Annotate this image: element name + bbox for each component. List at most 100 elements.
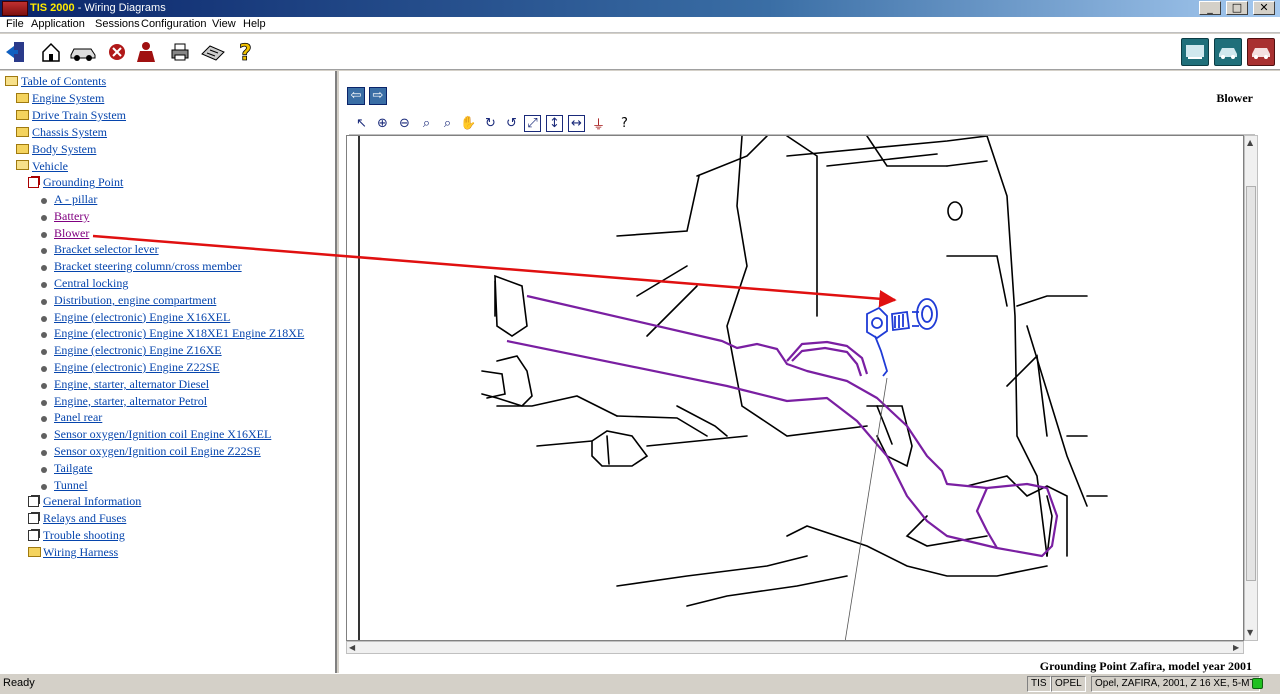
ground-symbol-icon[interactable]: ⏚ xyxy=(589,114,608,133)
back-button[interactable]: ⇦ xyxy=(347,87,365,105)
status-bar: Ready TIS OPEL Opel, ZAFIRA, 2001, Z 16 … xyxy=(0,673,1280,694)
bullet-icon xyxy=(41,483,47,490)
menu-configuration[interactable]: Configuration xyxy=(141,18,206,30)
tree-leaf-item[interactable]: Blower xyxy=(54,226,89,241)
print-icon[interactable] xyxy=(167,39,193,65)
tree-leaf-item[interactable]: Engine, starter, alternator Petrol xyxy=(54,394,207,409)
stop-icon[interactable] xyxy=(104,39,130,65)
vehicle-icon[interactable] xyxy=(68,39,98,65)
book-icon xyxy=(28,530,39,541)
tree-grounding-point[interactable]: Grounding Point xyxy=(43,175,123,190)
tree-vehicle[interactable]: Vehicle xyxy=(32,159,68,174)
close-button[interactable]: ✕ xyxy=(1253,1,1275,15)
tree-leaf-item[interactable]: Distribution, engine compartment xyxy=(54,293,216,308)
tree-body-system[interactable]: Body System xyxy=(32,142,96,157)
fit-width-icon[interactable]: ↔ xyxy=(568,115,585,132)
app-logo-icon xyxy=(2,1,28,16)
tree-leaf-item[interactable]: Tailgate xyxy=(54,461,92,476)
bullet-icon xyxy=(41,298,47,305)
forward-button[interactable]: ⇨ xyxy=(369,87,387,105)
menu-view[interactable]: View xyxy=(212,18,236,30)
menu-application[interactable]: Application xyxy=(31,18,85,30)
minimize-button[interactable]: _ xyxy=(1199,1,1221,15)
zoom-in-icon[interactable]: ⊕ xyxy=(373,114,392,133)
bullet-icon xyxy=(41,214,47,221)
tree-leaf-item[interactable]: Tunnel xyxy=(54,478,88,493)
book-icon xyxy=(28,496,39,507)
tree-leaf-item[interactable]: Bracket steering column/cross member xyxy=(54,259,242,274)
bullet-icon xyxy=(41,349,47,356)
tree-general-information[interactable]: General Information xyxy=(43,494,141,509)
folder-open-icon xyxy=(16,160,29,170)
bullet-icon xyxy=(41,315,47,322)
info-icon[interactable]: ? xyxy=(615,114,634,133)
bullet-icon xyxy=(41,450,47,456)
tree-engine-system[interactable]: Engine System xyxy=(32,91,104,106)
folder-open-icon xyxy=(5,76,18,86)
tree-leaf-item[interactable]: Sensor oxygen/Ignition coil Engine X16XE… xyxy=(54,427,271,442)
scroll-left-icon[interactable]: ◀ xyxy=(349,643,355,652)
folder-icon xyxy=(16,127,29,137)
scroll-right-icon[interactable]: ▶ xyxy=(1233,643,1239,652)
maximize-button[interactable]: □ xyxy=(1226,1,1248,15)
fit-height-icon[interactable]: ↕ xyxy=(546,115,563,132)
tree-leaf-item[interactable]: Panel rear xyxy=(54,410,102,425)
tree-leaf-item[interactable]: Engine (electronic) Engine Z16XE xyxy=(54,343,222,358)
scroll-thumb[interactable] xyxy=(1246,186,1256,581)
tree-leaf-item[interactable]: Central locking xyxy=(54,276,128,291)
folder-icon xyxy=(16,93,29,103)
zoom-out-icon[interactable]: ⊖ xyxy=(395,114,414,133)
tree-leaf-item[interactable]: Sensor oxygen/Ignition coil Engine Z22SE xyxy=(54,444,261,459)
tree-leaf-item[interactable]: Battery xyxy=(54,209,89,224)
home-icon[interactable] xyxy=(38,39,64,65)
tree-drive-train-system[interactable]: Drive Train System xyxy=(32,108,126,123)
connection-indicator-icon xyxy=(1252,678,1263,689)
horizontal-scrollbar[interactable]: ◀ ▶ xyxy=(346,641,1244,654)
vehicle-data-icon[interactable] xyxy=(1247,38,1275,66)
tree-leaf-item[interactable]: Engine (electronic) Engine X16XEL xyxy=(54,310,230,325)
title-bar: TIS 2000 - Wiring Diagrams _ □ ✕ xyxy=(0,0,1280,17)
tree-leaf-item[interactable]: Engine, starter, alternator Diesel xyxy=(54,377,209,392)
pointer-icon[interactable]: ↖ xyxy=(352,114,371,133)
scroll-up-icon[interactable]: ▲ xyxy=(1247,138,1253,147)
service-icon[interactable] xyxy=(1214,38,1242,66)
status-panel-brand: OPEL xyxy=(1051,676,1086,692)
viewer-toolbar: ↖ ⊕ ⊖ ⌕ ⌕ ✋ ↻ ↺ ⤢ ↕ ↔ ⏚ ? xyxy=(349,112,1255,135)
tree-root[interactable]: Table of Contents xyxy=(21,74,106,89)
wiring-diagram-canvas[interactable] xyxy=(346,135,1244,641)
status-panel-system: TIS xyxy=(1027,676,1051,692)
grounding-point-drawing xyxy=(358,136,1108,640)
menu-help[interactable]: Help xyxy=(243,18,266,30)
diagram-caption: Grounding Point Zafira, model year 2001 xyxy=(1039,659,1252,673)
scroll-down-icon[interactable]: ▼ xyxy=(1247,628,1253,637)
user-icon[interactable] xyxy=(133,39,159,65)
bullet-icon xyxy=(41,366,47,372)
diagnostics-icon[interactable] xyxy=(1181,38,1209,66)
tree-leaf-item[interactable]: Engine (electronic) Engine X18XE1 Engine… xyxy=(54,326,304,341)
keyboard-icon[interactable] xyxy=(199,39,227,65)
status-panel-vehicle: Opel, ZAFIRA, 2001, Z 16 XE, 5-MT xyxy=(1091,676,1260,692)
book-icon xyxy=(28,513,39,524)
exit-icon[interactable] xyxy=(3,39,29,65)
tree-leaf-item[interactable]: Bracket selector lever xyxy=(54,242,159,257)
tree-leaf-item[interactable]: Engine (electronic) Engine Z22SE xyxy=(54,360,220,375)
vertical-scrollbar[interactable]: ▲ ▼ xyxy=(1244,135,1258,641)
menu-sessions[interactable]: Sessions xyxy=(95,18,140,30)
rotate-left-icon[interactable]: ↺ xyxy=(502,114,521,133)
menu-file[interactable]: File xyxy=(6,18,24,30)
bullet-icon xyxy=(41,399,47,406)
fit-all-icon[interactable]: ⤢ xyxy=(524,115,541,132)
zoom-window-icon[interactable]: ⌕ xyxy=(438,114,457,133)
folder-icon xyxy=(16,110,29,120)
tree-chassis-system[interactable]: Chassis System xyxy=(32,125,107,140)
tree-wiring-harness[interactable]: Wiring Harness xyxy=(43,545,118,560)
tree-leaf-item[interactable]: A - pillar xyxy=(54,192,97,207)
zoom-icon[interactable]: ⌕ xyxy=(417,114,436,133)
tree-trouble-shooting[interactable]: Trouble shooting xyxy=(43,528,125,543)
help-icon[interactable]: ? xyxy=(233,39,259,65)
tree-relays-and-fuses[interactable]: Relays and Fuses xyxy=(43,511,126,526)
rotate-right-icon[interactable]: ↻ xyxy=(481,114,500,133)
folder-icon xyxy=(28,547,41,557)
bullet-icon xyxy=(41,466,47,473)
pan-hand-icon[interactable]: ✋ xyxy=(459,114,478,133)
